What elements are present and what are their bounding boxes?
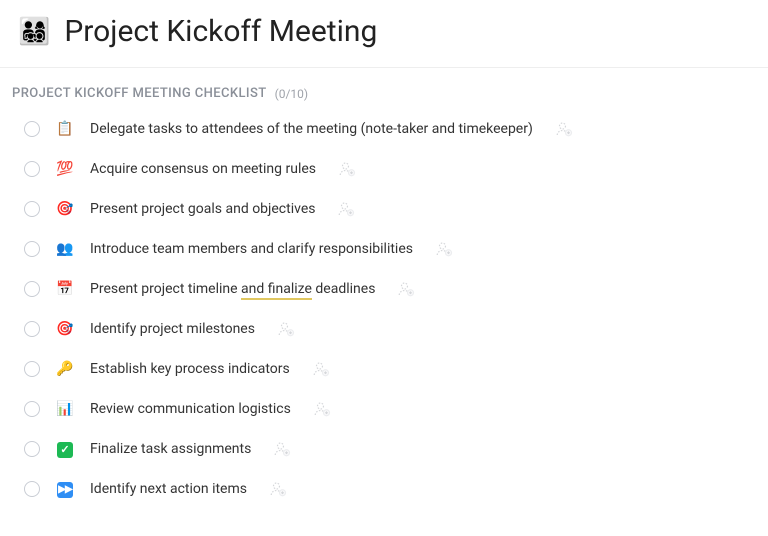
checkbox[interactable] <box>24 161 40 177</box>
item-text[interactable]: Present project goals and objectives <box>90 201 315 217</box>
item-emoji-icon: 🔑 <box>56 361 73 377</box>
checklist-item[interactable]: 💯 Acquire consensus on meeting rules <box>12 149 756 189</box>
assign-user-button[interactable] <box>336 158 358 180</box>
item-text[interactable]: Establish key process indicators <box>90 361 290 377</box>
assign-user-button[interactable] <box>335 198 357 220</box>
item-text[interactable]: Acquire consensus on meeting rules <box>90 161 316 177</box>
page-title[interactable]: Project Kickoff Meeting <box>64 14 377 49</box>
item-emoji-icon: 👥 <box>56 241 73 257</box>
checklist-item[interactable]: 📋 Delegate tasks to attendees of the mee… <box>12 109 756 149</box>
checklist-item[interactable]: ▶▶ Identify next action items <box>12 469 756 509</box>
item-icon: 👥 <box>56 241 74 257</box>
item-icon: 📊 <box>56 401 74 417</box>
checklist-section-title: PROJECT KICKOFF MEETING CHECKLIST <box>12 86 267 101</box>
checkbox[interactable] <box>24 241 40 257</box>
item-emoji-icon: 📊 <box>56 401 73 417</box>
item-text[interactable]: Present project timeline and finalize de… <box>90 281 375 297</box>
item-text[interactable]: Review communication logistics <box>90 401 291 417</box>
checklist: 📋 Delegate tasks to attendees of the mee… <box>0 109 768 517</box>
item-icon: 📋 <box>56 121 74 137</box>
checklist-count: (0/10) <box>275 87 308 101</box>
assign-user-button[interactable] <box>433 238 455 260</box>
item-emoji-icon: 💯 <box>56 161 73 177</box>
item-icon: 🔑 <box>56 361 74 377</box>
checklist-item[interactable]: 🎯 Present project goals and objectives <box>12 189 756 229</box>
item-emoji-icon: 📅 <box>56 281 73 297</box>
assign-user-button[interactable] <box>271 438 293 460</box>
grammar-underline: and finalize <box>241 281 312 300</box>
checklist-item[interactable]: 🔑 Establish key process indicators <box>12 349 756 389</box>
assign-user-button[interactable] <box>267 478 289 500</box>
page-emoji-icon: 👨‍👩‍👧‍👦 <box>18 19 50 45</box>
assign-user-button[interactable] <box>553 118 575 140</box>
checkbox[interactable] <box>24 121 40 137</box>
checklist-item[interactable]: 📊 Review communication logistics <box>12 389 756 429</box>
assign-user-button[interactable] <box>275 318 297 340</box>
item-text[interactable]: Introduce team members and clarify respo… <box>90 241 413 257</box>
checkbox[interactable] <box>24 441 40 457</box>
assign-user-button[interactable] <box>310 358 332 380</box>
item-icon: 🎯 <box>56 201 74 217</box>
checkbox[interactable] <box>24 361 40 377</box>
item-icon: 📅 <box>56 281 74 297</box>
checkbox[interactable] <box>24 201 40 217</box>
checkbox[interactable] <box>24 281 40 297</box>
item-emoji-icon: 🎯 <box>56 321 73 337</box>
item-emoji-icon: 🎯 <box>56 201 73 217</box>
checklist-item[interactable]: 🎯 Identify project milestones <box>12 309 756 349</box>
checklist-item[interactable]: 📅 Present project timeline and finalize … <box>12 269 756 309</box>
item-text[interactable]: Identify project milestones <box>90 321 255 337</box>
item-text[interactable]: Identify next action items <box>90 481 247 497</box>
checkbox[interactable] <box>24 321 40 337</box>
checkmark-icon: ✓ <box>57 442 73 458</box>
item-text[interactable]: Delegate tasks to attendees of the meeti… <box>90 121 533 137</box>
item-icon: 💯 <box>56 161 74 177</box>
assign-user-button[interactable] <box>311 398 333 420</box>
assign-user-button[interactable] <box>395 278 417 300</box>
page-header: 👨‍👩‍👧‍👦 Project Kickoff Meeting <box>0 0 768 68</box>
item-emoji-icon: 📋 <box>56 121 73 137</box>
checklist-item[interactable]: ✓ Finalize task assignments <box>12 429 756 469</box>
checkbox[interactable] <box>24 481 40 497</box>
checklist-section-header: PROJECT KICKOFF MEETING CHECKLIST (0/10) <box>0 68 768 109</box>
item-icon: ✓ <box>56 441 74 458</box>
item-icon: ▶▶ <box>56 480 74 498</box>
item-text[interactable]: Finalize task assignments <box>90 441 251 457</box>
checkbox[interactable] <box>24 401 40 417</box>
item-icon: 🎯 <box>56 321 74 337</box>
checklist-item[interactable]: 👥 Introduce team members and clarify res… <box>12 229 756 269</box>
forward-icon: ▶▶ <box>57 482 73 498</box>
